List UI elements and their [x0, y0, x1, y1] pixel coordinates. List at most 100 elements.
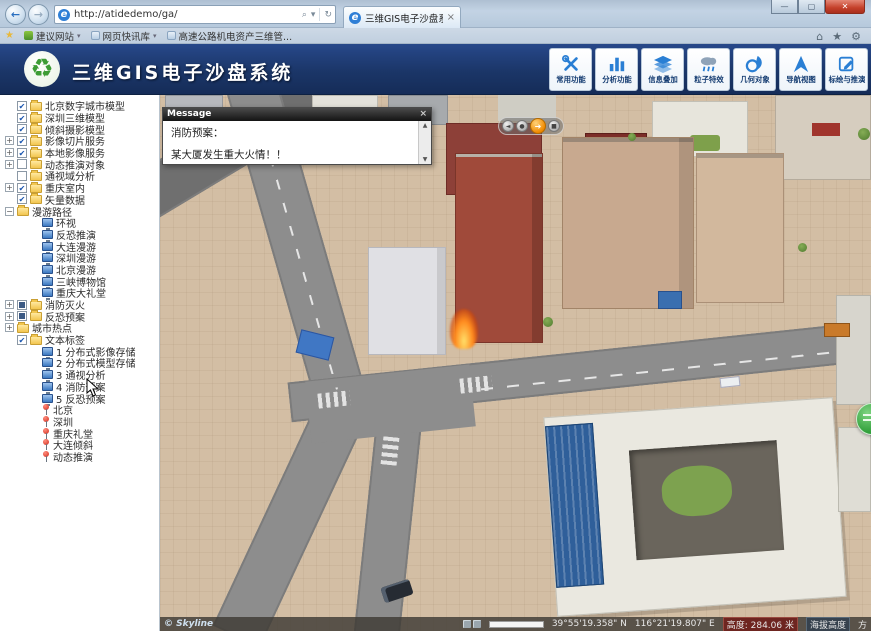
- scroll-down-icon[interactable]: ▼: [419, 156, 431, 163]
- app-title: 三维GIS电子沙盘系统: [72, 58, 293, 85]
- folder-icon: [17, 207, 29, 216]
- close-button[interactable]: ✕: [825, 0, 865, 14]
- favorite-item-highway-assets[interactable]: 高速公路机电资产三维管...: [167, 29, 293, 43]
- refresh-icon[interactable]: ↻: [324, 10, 332, 20]
- tree-expander-spacer: [30, 429, 39, 438]
- search-icon[interactable]: ⌕: [302, 10, 307, 20]
- minimize-button[interactable]: —: [771, 0, 798, 14]
- playback-stop-button[interactable]: ■: [548, 120, 560, 132]
- toolbar-button-particle-effects[interactable]: 粒子特效: [687, 48, 730, 91]
- tree: [798, 243, 807, 252]
- toolbar-button-analysis-functions[interactable]: 分析功能: [595, 48, 638, 91]
- tree-expander[interactable]: +: [5, 312, 14, 321]
- tree-expander[interactable]: −: [5, 207, 14, 216]
- pin-icon: [42, 428, 50, 439]
- url-text[interactable]: http://atidedemo/ga/: [74, 9, 298, 20]
- tree-expander-spacer: [30, 347, 39, 356]
- folder-icon: [30, 184, 42, 193]
- close-icon[interactable]: ×: [419, 109, 427, 120]
- bar-chart-icon: [606, 55, 628, 73]
- tree-item[interactable]: 5 反恐预案: [0, 392, 159, 404]
- chevron-down-icon: ▾: [77, 32, 81, 40]
- folder-icon: [30, 125, 42, 134]
- tree-checkbox[interactable]: ✔: [17, 148, 27, 158]
- tree-expander-spacer: [30, 405, 39, 414]
- tree-checkbox[interactable]: ✔: [17, 136, 27, 146]
- toolbar-button-plot-deduction[interactable]: 标绘与推演: [825, 48, 868, 91]
- tree-checkbox[interactable]: ✔: [17, 113, 27, 123]
- tab-title: 三维GIS电子沙盘系统: [365, 11, 443, 25]
- status-mode-icons: [463, 620, 481, 628]
- tree: [858, 128, 870, 140]
- tree-checkbox[interactable]: ✔: [17, 335, 27, 345]
- tree-checkbox[interactable]: ✔: [17, 101, 27, 111]
- tree-expander[interactable]: +: [5, 323, 14, 332]
- tree-checkbox[interactable]: [17, 171, 27, 181]
- favorite-item-suggested-sites[interactable]: 建议网站 ▾: [24, 29, 81, 43]
- playback-pause-button[interactable]: ●: [516, 120, 528, 132]
- playback-prev-button[interactable]: ◄: [502, 120, 514, 132]
- playback-play-button[interactable]: ➜: [530, 118, 546, 134]
- message-popup[interactable]: Message × 消防预案： 某大厦发生重大火情！！ ▲ ▼: [162, 107, 432, 165]
- pin-icon: [42, 451, 50, 462]
- app-logo-icon: ♻: [24, 51, 60, 87]
- tree-expander-spacer: [5, 125, 14, 134]
- browser-forward-button[interactable]: →: [28, 4, 49, 25]
- tree-checkbox[interactable]: [17, 300, 27, 310]
- favorite-icon: [24, 31, 33, 40]
- tree-expander-spacer: [30, 417, 39, 426]
- tree-expander[interactable]: +: [5, 160, 14, 169]
- tree-expander[interactable]: +: [5, 136, 14, 145]
- address-bar-divider: [319, 8, 320, 21]
- toolbar-button-geometry-objects[interactable]: 几何对象: [733, 48, 776, 91]
- map-3d-viewport[interactable]: Message × 消防预案： 某大厦发生重大火情！！ ▲ ▼ ◄ ● ➜ ■ …: [160, 95, 871, 631]
- tree-item[interactable]: ✔矢量数据: [0, 194, 159, 206]
- maximize-button[interactable]: ▢: [798, 0, 825, 14]
- toolbar-button-common-functions[interactable]: 常用功能: [549, 48, 592, 91]
- chevron-down-icon[interactable]: ▾: [311, 10, 316, 20]
- browser-tab[interactable]: e 三维GIS电子沙盘系统 ×: [343, 6, 461, 28]
- browser-back-button[interactable]: ←: [5, 4, 26, 25]
- tree-expander[interactable]: +: [5, 300, 14, 309]
- monitor-icon: [42, 265, 53, 274]
- tree-item[interactable]: 北京: [0, 404, 159, 416]
- home-icon[interactable]: ⌂: [816, 30, 823, 43]
- crosswalk-south: [381, 436, 400, 466]
- message-titlebar[interactable]: Message ×: [163, 108, 431, 121]
- favorites-icon[interactable]: ★: [832, 30, 842, 43]
- folder-icon: [30, 172, 42, 181]
- tree-expander-spacer: [30, 253, 39, 262]
- altitude-mode-selector[interactable]: 海拔高度: [806, 617, 850, 631]
- tree-item[interactable]: −漫游路径: [0, 205, 159, 217]
- plot-pen-icon: [836, 55, 858, 73]
- tree-checkbox[interactable]: [17, 159, 27, 169]
- tree-checkbox[interactable]: ✔: [17, 124, 27, 134]
- scroll-up-icon[interactable]: ▲: [419, 122, 431, 129]
- tab-close-icon[interactable]: ×: [447, 12, 455, 23]
- tree-expander-spacer: [5, 101, 14, 110]
- orange-crates: [824, 323, 850, 337]
- tree-item[interactable]: 动态推演: [0, 451, 159, 463]
- tree-checkbox[interactable]: ✔: [17, 183, 27, 193]
- status-trailing-text: 方: [858, 618, 867, 631]
- favorite-item-web-slices[interactable]: 网页快讯库 ▾: [91, 29, 157, 43]
- tree-item[interactable]: +反恐预案: [0, 310, 159, 322]
- tree-expander[interactable]: +: [5, 183, 14, 192]
- tree-expander-spacer: [30, 218, 39, 227]
- building-apartment-right: [696, 153, 784, 303]
- altitude-readout: 高度: 284.06 米: [723, 617, 798, 631]
- tour-playback-control[interactable]: ◄ ● ➜ ■: [498, 117, 564, 135]
- message-title: Message: [167, 109, 419, 120]
- address-bar[interactable]: e http://atidedemo/ga/ ⌕ ▾ ↻: [54, 5, 336, 24]
- tree-expander-spacer: [30, 288, 39, 297]
- gear-icon[interactable]: ⚙: [851, 30, 861, 43]
- tree-checkbox[interactable]: [17, 311, 27, 321]
- pin-icon: [42, 416, 50, 427]
- toolbar-button-navigation-view[interactable]: 导航视图: [779, 48, 822, 91]
- tree-expander[interactable]: +: [5, 148, 14, 157]
- message-scrollbar[interactable]: ▲ ▼: [418, 121, 431, 164]
- toolbar-button-info-overlay[interactable]: 信息叠加: [641, 48, 684, 91]
- tree-checkbox[interactable]: ✔: [17, 194, 27, 204]
- favorites-star-icon[interactable]: ★: [5, 30, 14, 41]
- longitude-readout: 116°21'19.807" E: [635, 619, 715, 629]
